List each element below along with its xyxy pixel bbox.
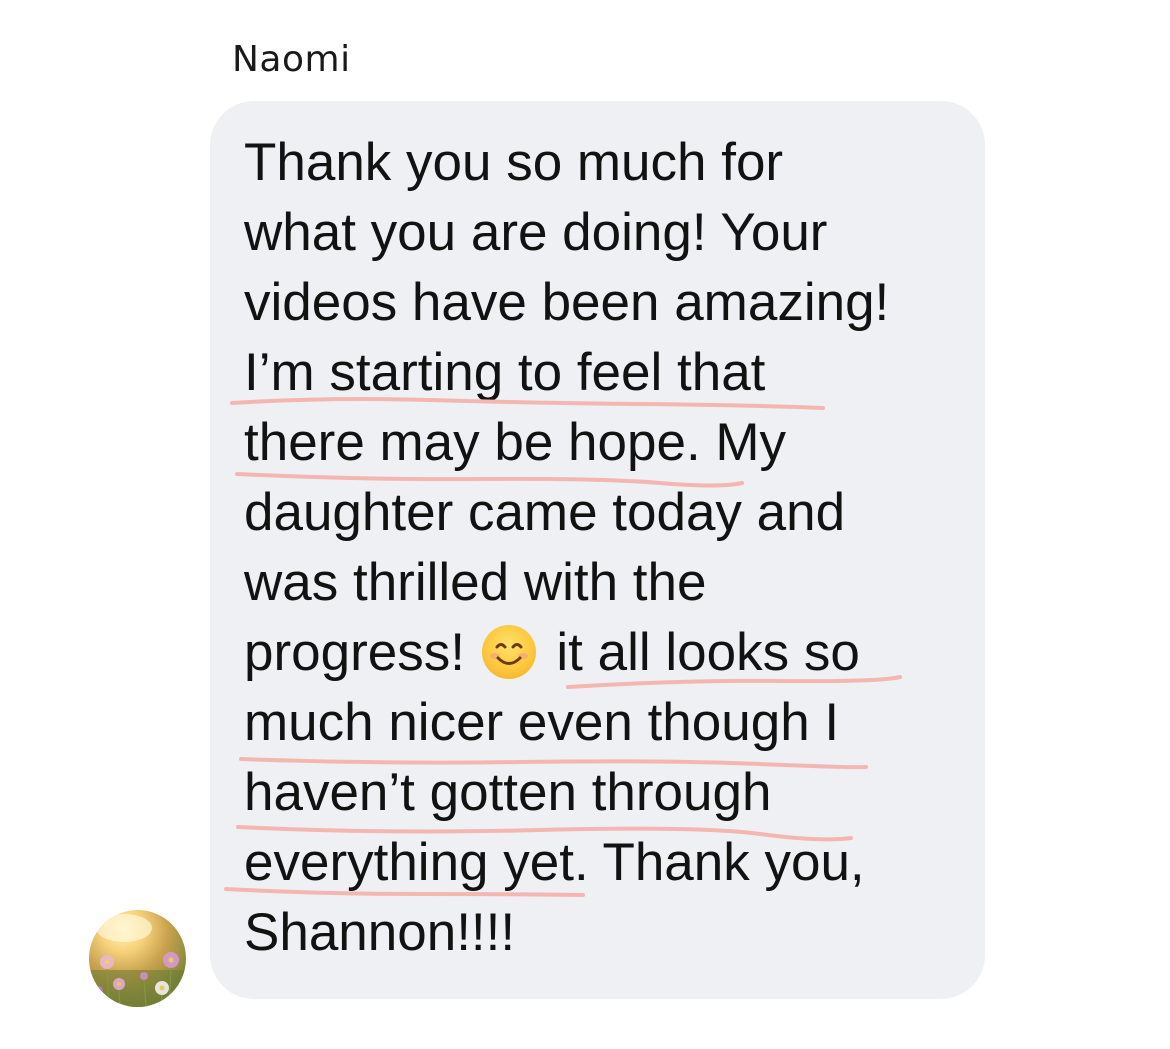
message-line: Shannon!!!! xyxy=(244,903,516,962)
message-line: much nicer even though I xyxy=(244,693,840,752)
sender-name: Naomi xyxy=(232,39,351,80)
message-line: daughter came today and xyxy=(244,483,846,542)
message-line: haven’t gotten through xyxy=(244,763,772,822)
message-line: Thank you so much for xyxy=(244,133,784,192)
message-segment: it all looks so xyxy=(556,623,860,682)
smiling-face-icon xyxy=(481,625,536,679)
message-line-with-emoji: progress! it all looks so xyxy=(244,618,860,688)
message-line: was thrilled with the xyxy=(244,553,707,612)
message-line: everything yet. Thank you, xyxy=(244,833,865,892)
message-line: what you are doing! Your xyxy=(244,203,828,262)
message-line: videos have been amazing! xyxy=(244,273,890,332)
sender-avatar[interactable] xyxy=(89,910,186,1007)
message-line: there may be hope. My xyxy=(244,413,787,472)
message-segment: progress! xyxy=(244,623,465,682)
message-line: I’m starting to feel that xyxy=(244,343,766,402)
flower-field-photo-avatar xyxy=(89,914,186,1007)
